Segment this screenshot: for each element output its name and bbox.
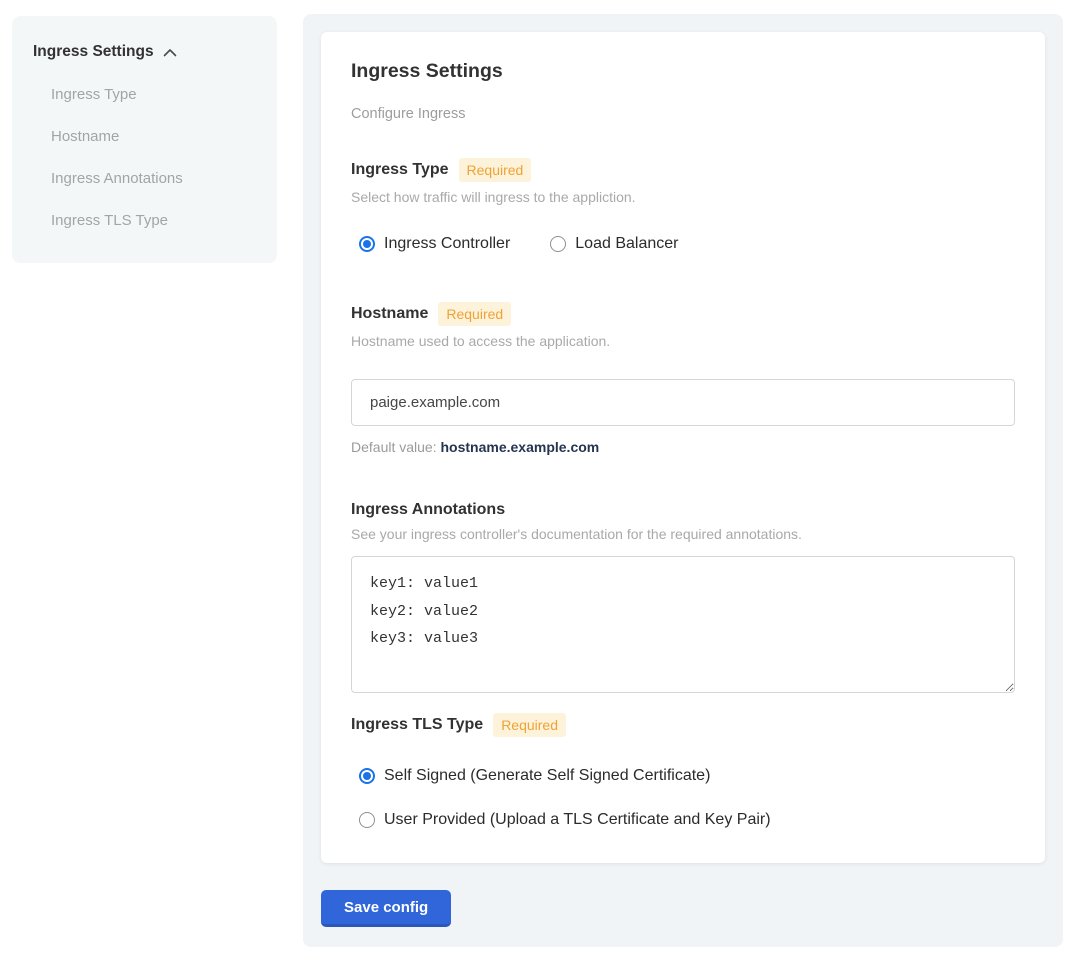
group-ingress-tls-type: Ingress TLS Type Required Self Signed (G…: [351, 713, 1015, 829]
radio-icon[interactable]: [359, 812, 375, 828]
group-hostname: Hostname Required Hostname used to acces…: [351, 302, 1015, 455]
tls-type-options: Self Signed (Generate Self Signed Certif…: [351, 767, 1015, 829]
ingress-type-help: Select how traffic will ingress to the a…: [351, 189, 1015, 205]
annotations-textarea[interactable]: key1: value1 key2: value2 key3: value3: [351, 556, 1015, 693]
radio-option-self-signed[interactable]: Self Signed (Generate Self Signed Certif…: [359, 767, 1015, 785]
config-panel: Ingress Settings Configure Ingress Ingre…: [303, 14, 1063, 947]
radio-option-user-provided[interactable]: User Provided (Upload a TLS Certificate …: [359, 811, 1015, 829]
group-ingress-annotations: Ingress Annotations See your ingress con…: [351, 501, 1015, 693]
annotations-help: See your ingress controller's documentat…: [351, 526, 1015, 542]
group-ingress-type: Ingress Type Required Select how traffic…: [351, 158, 1015, 253]
config-nav-sidebar: Ingress Settings Ingress Type Hostname I…: [12, 16, 277, 263]
annotations-label: Ingress Annotations: [351, 501, 505, 519]
hostname-help: Hostname used to access the application.: [351, 333, 1015, 349]
sidebar-item-ingress-tls-type[interactable]: Ingress TLS Type: [33, 200, 257, 242]
radio-option-load-balancer[interactable]: Load Balancer: [550, 235, 678, 253]
tls-type-label: Ingress TLS Type: [351, 716, 483, 734]
sidebar-group-title: Ingress Settings: [33, 43, 154, 61]
sidebar-item-hostname[interactable]: Hostname: [33, 116, 257, 158]
hostname-default-line: Default value: hostname.example.com: [351, 439, 1015, 455]
sidebar-item-ingress-annotations[interactable]: Ingress Annotations: [33, 158, 257, 200]
radio-icon[interactable]: [359, 768, 375, 784]
ingress-type-options: Ingress Controller Load Balancer: [351, 235, 1015, 253]
radio-label: User Provided (Upload a TLS Certificate …: [384, 811, 771, 829]
radio-icon[interactable]: [359, 236, 375, 252]
ingress-type-label: Ingress Type: [351, 161, 449, 179]
radio-label: Self Signed (Generate Self Signed Certif…: [384, 767, 710, 785]
radio-icon[interactable]: [550, 236, 566, 252]
radio-option-ingress-controller[interactable]: Ingress Controller: [359, 235, 510, 253]
radio-label: Load Balancer: [575, 235, 678, 253]
default-value-prefix: Default value:: [351, 439, 441, 455]
sidebar-group-toggle[interactable]: Ingress Settings: [33, 43, 257, 61]
hostname-label: Hostname: [351, 305, 428, 323]
sidebar-item-list: Ingress Type Hostname Ingress Annotation…: [33, 74, 257, 242]
default-value: hostname.example.com: [441, 439, 600, 455]
required-badge: Required: [438, 302, 511, 326]
config-card: Ingress Settings Configure Ingress Ingre…: [321, 32, 1045, 863]
page-subtitle: Configure Ingress: [351, 106, 1015, 122]
page-title: Ingress Settings: [351, 60, 1015, 83]
radio-label: Ingress Controller: [384, 235, 510, 253]
save-config-button[interactable]: Save config: [321, 890, 451, 927]
hostname-input[interactable]: [351, 379, 1015, 426]
required-badge: Required: [459, 158, 532, 182]
required-badge: Required: [493, 713, 566, 737]
chevron-up-icon: [163, 48, 177, 57]
sidebar-item-ingress-type[interactable]: Ingress Type: [33, 74, 257, 116]
